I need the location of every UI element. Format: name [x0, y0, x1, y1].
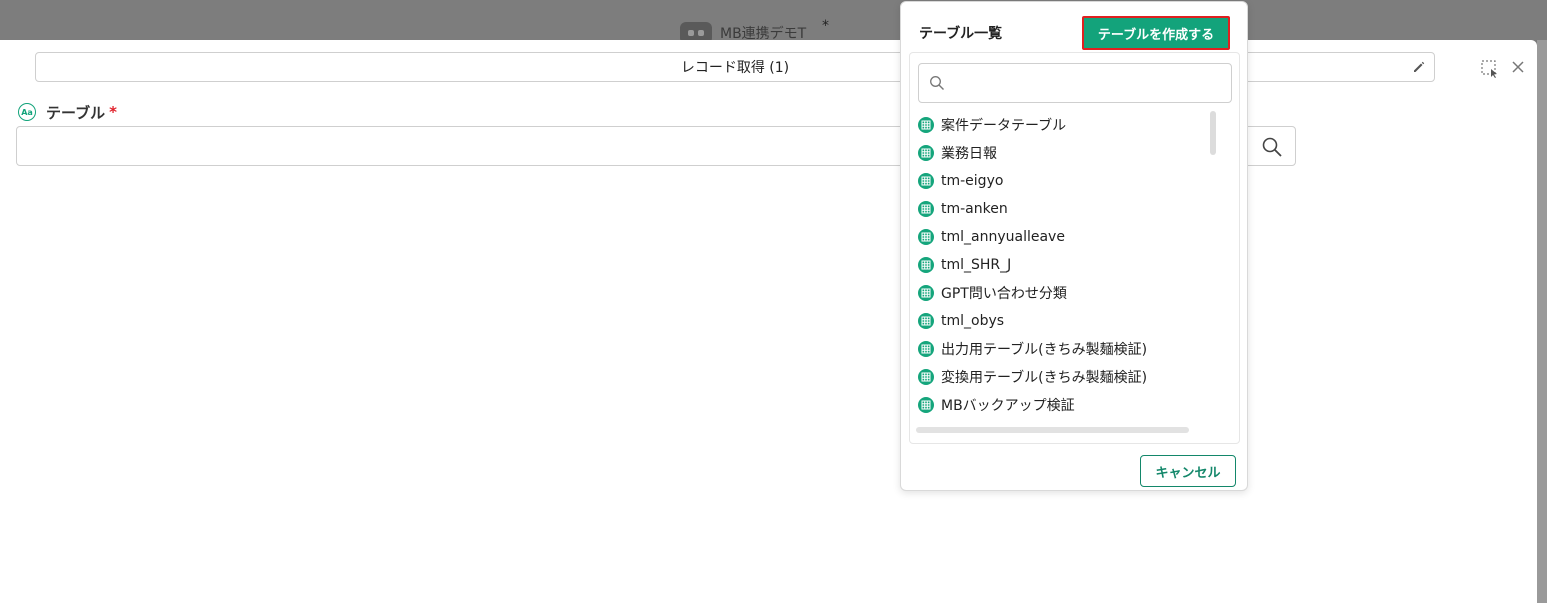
table-list-popover: テーブル一覧 テーブルを作成する 案件データテーブル 業務日報 tm-eigyo…	[900, 1, 1248, 491]
table-list-container: 案件データテーブル 業務日報 tm-eigyo tm-anken tml_ann…	[909, 52, 1240, 444]
table-search-input[interactable]	[918, 63, 1232, 103]
table-name: 出力用テーブル(きちみ製麺検証)	[941, 342, 1148, 358]
table-name: tm-anken	[941, 201, 1008, 217]
table-list-item[interactable]: 出力用テーブル(きちみ製麺検証)	[918, 335, 1208, 363]
table-grid-icon	[918, 313, 934, 329]
table-label-text: テーブル	[46, 103, 106, 122]
table-grid-icon	[918, 173, 934, 189]
table-list-item[interactable]: GPT問い合わせ分類	[918, 279, 1208, 307]
popover-title: テーブル一覧	[919, 26, 1003, 42]
search-icon	[930, 76, 944, 90]
table-list-item[interactable]: tml_annyualleave	[918, 223, 1208, 251]
vertical-scrollbar[interactable]	[1210, 111, 1216, 155]
table-grid-icon	[918, 201, 934, 217]
search-icon[interactable]	[1261, 136, 1283, 158]
table-name: tml_SHR_J	[941, 257, 1012, 273]
table-list-item[interactable]: tml_SHR_J	[918, 251, 1208, 279]
pencil-icon[interactable]	[1412, 60, 1426, 74]
table-grid-icon	[918, 145, 934, 161]
selection-cursor-icon[interactable]	[1481, 60, 1499, 78]
table-list-item[interactable]: 業務日報	[918, 139, 1208, 167]
table-list-item[interactable]: 案件データテーブル	[918, 111, 1208, 139]
close-icon[interactable]	[1511, 60, 1525, 74]
table-field-label: Aa テーブル *	[18, 102, 117, 122]
table-grid-icon	[918, 117, 934, 133]
table-grid-icon	[918, 341, 934, 357]
table-grid-icon	[918, 229, 934, 245]
table-name: 業務日報	[941, 146, 997, 162]
table-name: 案件データテーブル	[941, 118, 1067, 134]
table-name: tml_annyualleave	[941, 229, 1065, 245]
node-name-text: レコード取得 (1)	[680, 60, 790, 76]
text-type-icon: Aa	[18, 103, 36, 121]
table-grid-icon	[918, 285, 934, 301]
table-name: MBバックアップ検証	[941, 398, 1075, 414]
table-name: GPT問い合わせ分類	[941, 286, 1067, 302]
cancel-button[interactable]: キャンセル	[1140, 455, 1236, 487]
table-list-item[interactable]: MBバックアップ検証	[918, 391, 1208, 419]
required-mark: *	[109, 103, 117, 121]
table-grid-icon	[918, 257, 934, 273]
create-table-button[interactable]: テーブルを作成する	[1082, 16, 1230, 50]
background-edge	[1537, 40, 1547, 603]
table-list-item[interactable]: tm-eigyo	[918, 167, 1208, 195]
table-list-item[interactable]: tml_obys	[918, 307, 1208, 335]
table-name: tml_obys	[941, 313, 1005, 329]
table-grid-icon	[918, 369, 934, 385]
table-list-item[interactable]: tm-anken	[918, 195, 1208, 223]
table-list: 案件データテーブル 業務日報 tm-eigyo tm-anken tml_ann…	[918, 111, 1208, 433]
unsaved-star: *	[822, 18, 829, 34]
horizontal-scrollbar[interactable]	[916, 427, 1189, 433]
node-settings-panel: レコード取得 (1) Aa テーブル *	[0, 40, 1537, 603]
table-grid-icon	[918, 397, 934, 413]
table-name: 変換用テーブル(きちみ製麺検証)	[941, 370, 1148, 386]
table-name: tm-eigyo	[941, 173, 1004, 189]
table-list-item[interactable]: 変換用テーブル(きちみ製麺検証)	[918, 363, 1208, 391]
